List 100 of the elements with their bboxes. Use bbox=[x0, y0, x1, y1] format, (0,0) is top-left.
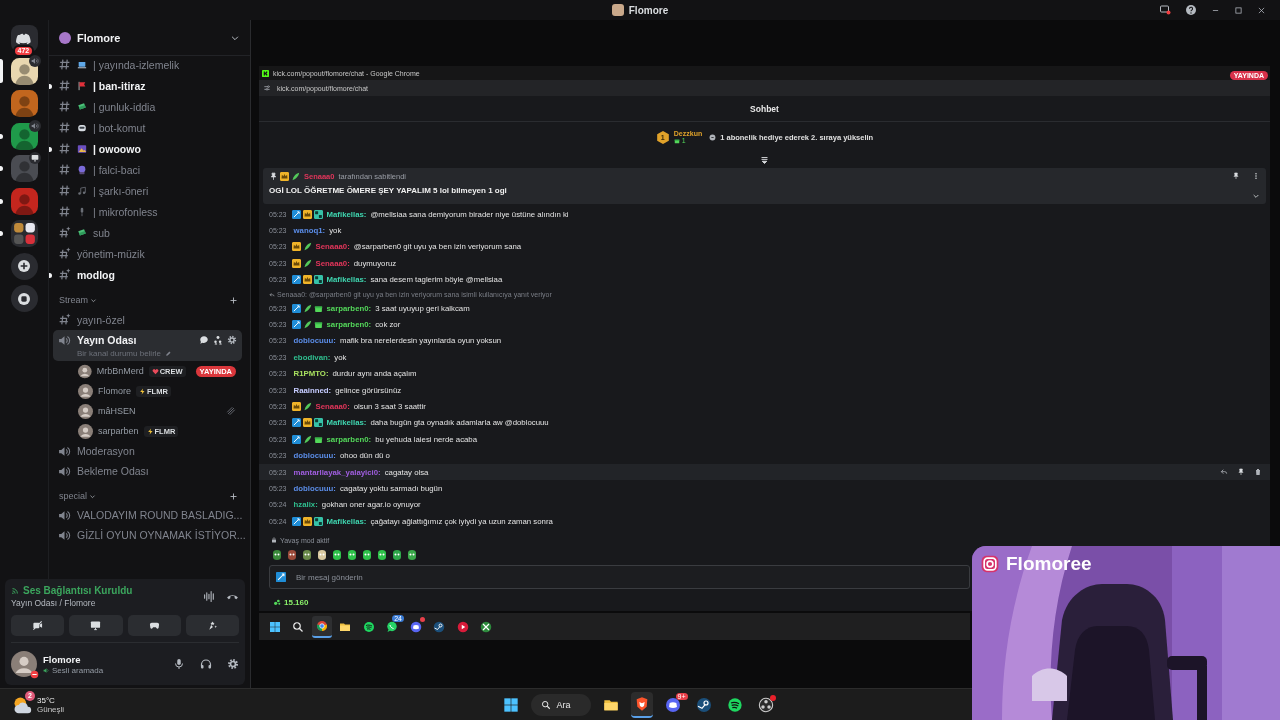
channel-name[interactable]: Bekleme Odası bbox=[77, 465, 149, 477]
taskbar-app[interactable] bbox=[312, 615, 332, 638]
chevron-down-icon[interactable] bbox=[1252, 192, 1260, 200]
channel-name[interactable]: yayın-özel bbox=[77, 313, 125, 326]
microphone-icon[interactable] bbox=[173, 658, 185, 670]
weather-condition: Güneşli bbox=[37, 704, 65, 714]
user-name: Flomore bbox=[43, 653, 82, 665]
speaker-icon bbox=[30, 121, 39, 130]
reply-icon[interactable] bbox=[1220, 468, 1228, 477]
member-name[interactable]: mâHSEN bbox=[98, 406, 136, 416]
user-avatar[interactable] bbox=[11, 651, 37, 677]
channel-name[interactable]: yönetim-müzik bbox=[77, 247, 145, 260]
emote-icon[interactable] bbox=[301, 549, 313, 562]
category-header[interactable]: Stream bbox=[59, 295, 97, 305]
server-icon[interactable] bbox=[10, 155, 38, 182]
lightning-icon bbox=[146, 427, 154, 435]
pin-icon[interactable] bbox=[1237, 468, 1245, 477]
close-icon[interactable] bbox=[1257, 5, 1266, 15]
channel-name[interactable]: modlog bbox=[77, 268, 115, 281]
server-name: Flomore bbox=[77, 31, 122, 44]
speaker-icon bbox=[43, 666, 50, 674]
emote-icon[interactable] bbox=[316, 549, 328, 562]
stream-handle: Flomoree bbox=[1006, 553, 1092, 575]
activities-button[interactable] bbox=[127, 615, 181, 636]
crown-icon bbox=[302, 275, 312, 285]
chat-title: Sohbet bbox=[750, 103, 779, 114]
category-header[interactable]: special bbox=[59, 491, 96, 501]
voice-location[interactable]: Yayın Odası / Flomore bbox=[11, 598, 193, 608]
sword-icon bbox=[291, 418, 301, 428]
speaker-icon bbox=[58, 508, 71, 522]
trash-icon[interactable] bbox=[1254, 468, 1262, 477]
emote-icon[interactable] bbox=[406, 549, 418, 562]
channel-name[interactable]: | falci-baci bbox=[93, 163, 141, 176]
sword-icon bbox=[291, 320, 301, 330]
member-name[interactable]: sarparben bbox=[98, 426, 139, 436]
site-settings-icon[interactable] bbox=[263, 84, 271, 92]
hash-icon bbox=[58, 142, 71, 155]
channel-name[interactable]: | yayında-izlemelik bbox=[93, 58, 180, 71]
emote-icon[interactable] bbox=[331, 549, 343, 562]
compass-icon[interactable] bbox=[16, 290, 32, 307]
search-field[interactable]: Ara bbox=[531, 693, 591, 716]
feather-icon bbox=[291, 172, 300, 181]
og-badge-icon bbox=[313, 516, 323, 526]
emote-icon[interactable] bbox=[286, 549, 298, 562]
hash-icon bbox=[58, 226, 71, 239]
music-app-icon bbox=[726, 696, 743, 713]
pin-icon[interactable] bbox=[1232, 172, 1240, 180]
hash-icon bbox=[58, 163, 71, 176]
help-icon[interactable] bbox=[1185, 4, 1197, 16]
screen-share-button[interactable] bbox=[69, 615, 123, 636]
channel-name[interactable]: sub bbox=[93, 226, 110, 239]
speaker-icon bbox=[58, 444, 71, 458]
chat-bubble-icon[interactable] bbox=[199, 335, 209, 345]
logo-icon bbox=[262, 69, 269, 77]
emote-icon[interactable] bbox=[361, 549, 373, 562]
channel-name[interactable]: | gunluk-iddia bbox=[93, 100, 156, 113]
add-server-icon[interactable] bbox=[16, 258, 32, 274]
member-name[interactable]: Flomore bbox=[98, 386, 131, 396]
maximize-icon[interactable] bbox=[1234, 5, 1243, 15]
member-name[interactable]: MrbBnMerd bbox=[96, 366, 144, 376]
plus-icon[interactable] bbox=[229, 492, 238, 501]
screen-share-off-icon[interactable] bbox=[1159, 4, 1171, 16]
channel-name[interactable]: | mikrofonless bbox=[93, 205, 158, 218]
search-icon bbox=[292, 620, 305, 633]
hash-icon bbox=[58, 121, 71, 134]
taskbar-app[interactable] bbox=[630, 691, 653, 718]
gift-icon bbox=[313, 320, 323, 330]
people-icon[interactable] bbox=[213, 335, 223, 345]
windows-logo-icon[interactable] bbox=[503, 696, 520, 713]
og-badge-icon bbox=[313, 209, 323, 219]
headphones-icon[interactable] bbox=[200, 658, 212, 670]
settings-icon[interactable] bbox=[227, 335, 237, 345]
crown-icon bbox=[280, 172, 289, 181]
channel-name[interactable]: VALODAYIM ROUND BASLADIG... bbox=[77, 509, 243, 521]
channel-name[interactable]: GİZLİ OYUN OYNAMAK İSTİYOR... bbox=[77, 529, 246, 541]
emote-icon[interactable] bbox=[376, 549, 388, 562]
speaker-icon bbox=[58, 464, 71, 478]
speaker-icon bbox=[58, 528, 71, 542]
waveform-icon[interactable] bbox=[203, 590, 216, 603]
channel-name[interactable]: Moderasyon bbox=[77, 445, 135, 457]
channel-name[interactable]: | bot-komut bbox=[93, 121, 146, 134]
server-folder-icon[interactable] bbox=[10, 220, 38, 247]
scroll-down-icon[interactable] bbox=[760, 155, 769, 165]
emote-icon[interactable] bbox=[391, 549, 403, 562]
channel-name[interactable]: | owoowo bbox=[93, 142, 141, 155]
server-icon[interactable] bbox=[10, 57, 38, 85]
settings-icon[interactable] bbox=[227, 658, 239, 670]
do-not-disturb-icon bbox=[30, 670, 39, 679]
recorder-icon bbox=[757, 696, 774, 713]
channel-name[interactable]: | şarkı-öneri bbox=[93, 184, 149, 197]
crown-icon bbox=[291, 402, 301, 411]
search-icon bbox=[541, 699, 552, 710]
channel-name[interactable]: Yayın Odası bbox=[77, 334, 137, 346]
message-input[interactable]: Bir mesaj gönderin bbox=[269, 565, 970, 590]
channel-name[interactable]: | ban-itiraz bbox=[93, 79, 146, 92]
emote-icon[interactable] bbox=[271, 549, 283, 562]
emote-icon[interactable] bbox=[346, 549, 358, 562]
camera-button[interactable] bbox=[11, 615, 65, 636]
more-icon[interactable] bbox=[1252, 172, 1260, 180]
plus-icon[interactable] bbox=[229, 296, 238, 305]
